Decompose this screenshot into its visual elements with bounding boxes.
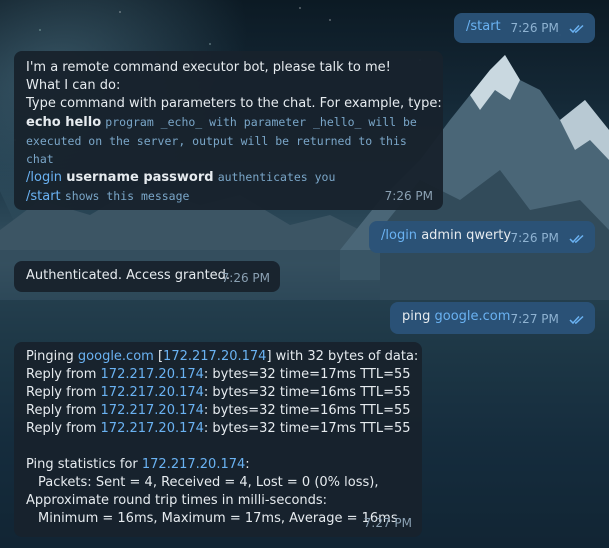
ip-link[interactable]: 172.217.20.174 xyxy=(101,367,204,382)
login-args: username password xyxy=(66,170,214,185)
auth-text: Authenticated. Access granted. xyxy=(26,268,231,283)
message-meta: 7:27 PM xyxy=(511,310,586,329)
reply-line: Reply from 172.217.20.174: bytes=32 time… xyxy=(26,402,411,420)
message-time: 7:26 PM xyxy=(221,271,270,285)
start-description: shows this message xyxy=(64,189,190,203)
incoming-message-help[interactable]: I'm a remote command executor bot, pleas… xyxy=(14,51,443,210)
ip-link[interactable]: 172.217.20.174 xyxy=(101,403,204,418)
ping-header: Pinging google.com [172.217.20.174] with… xyxy=(26,348,418,366)
ping-word: Pinging xyxy=(26,349,74,364)
message-meta: 7:26 PM xyxy=(511,19,586,38)
outgoing-message-login[interactable]: /login admin qwerty 7:26 PM xyxy=(369,221,595,253)
ping-header-rest: ] with 32 bytes of data: xyxy=(266,349,419,364)
message-time: 7:27 PM xyxy=(510,312,559,326)
reply-stats: : bytes=32 time=16ms TTL=55 xyxy=(203,403,411,418)
stats-header: Ping statistics for 172.217.20.174: xyxy=(26,456,410,474)
message-time: 7:26 PM xyxy=(510,231,559,245)
help-line-mono: executed on the server, output will be r… xyxy=(26,134,407,148)
ping-command: ping xyxy=(402,309,431,324)
command-login[interactable]: /login xyxy=(26,170,62,185)
ping-host-link[interactable]: google.com xyxy=(435,309,511,324)
approx-line: Approximate round trip times in milli-se… xyxy=(26,493,328,508)
login-credentials: admin qwerty xyxy=(421,228,512,243)
help-line: Type command with parameters to the chat… xyxy=(26,96,442,111)
double-check-icon xyxy=(569,234,584,243)
reply-prefix: Reply from xyxy=(26,385,97,400)
command-start[interactable]: /start xyxy=(466,19,501,34)
message-meta: 7:26 PM xyxy=(511,229,586,248)
minmax-line: Minimum = 16ms, Maximum = 17ms, Average … xyxy=(38,511,398,526)
ip-link[interactable]: 172.217.20.174 xyxy=(142,457,245,472)
ip-link[interactable]: 172.217.20.174 xyxy=(101,385,204,400)
help-line-echo: echo hello program _echo_ with parameter… xyxy=(26,113,431,132)
help-line: I'm a remote command executor bot, pleas… xyxy=(26,60,391,75)
message-time: 7:26 PM xyxy=(384,189,433,203)
help-line-login: /login username password authenticates y… xyxy=(26,168,431,187)
reply-prefix: Reply from xyxy=(26,403,97,418)
incoming-message-auth[interactable]: Authenticated. Access granted. 7:26 PM xyxy=(14,261,280,292)
message-time: 7:26 PM xyxy=(510,21,559,35)
double-check-icon xyxy=(569,315,584,324)
help-line-start: /start shows this message xyxy=(26,187,431,206)
message-time: 7:27 PM xyxy=(363,516,412,530)
reply-prefix: Reply from xyxy=(26,367,97,382)
echo-description: program _echo_ with parameter _hello_ wi… xyxy=(105,115,417,129)
reply-stats: : bytes=32 time=17ms TTL=55 xyxy=(203,421,411,436)
reply-stats: : bytes=32 time=17ms TTL=55 xyxy=(203,367,411,382)
stats-colon: : xyxy=(245,457,250,472)
ip-link[interactable]: 172.217.20.174 xyxy=(101,421,204,436)
reply-line: Reply from 172.217.20.174: bytes=32 time… xyxy=(26,384,411,402)
packets-line: Packets: Sent = 4, Received = 4, Lost = … xyxy=(38,475,379,490)
host-link[interactable]: google.com xyxy=(78,349,154,364)
echo-example: echo hello xyxy=(26,115,102,130)
command-start[interactable]: /start xyxy=(26,189,61,204)
reply-stats: : bytes=32 time=16ms TTL=55 xyxy=(203,385,411,400)
stats-prefix: Ping statistics for xyxy=(26,457,138,472)
outgoing-message-start[interactable]: /start 7:26 PM xyxy=(454,13,595,43)
help-line: What I can do: xyxy=(26,78,121,93)
incoming-message-ping-output[interactable]: Pinging google.com [172.217.20.174] with… xyxy=(14,342,422,537)
help-line-mono: chat xyxy=(26,152,54,166)
command-login[interactable]: /login xyxy=(381,228,417,243)
reply-prefix: Reply from xyxy=(26,421,97,436)
outgoing-message-ping[interactable]: ping google.com 7:27 PM xyxy=(390,302,595,334)
ip-link[interactable]: 172.217.20.174 xyxy=(163,349,266,364)
double-check-icon xyxy=(569,24,584,33)
reply-line: Reply from 172.217.20.174: bytes=32 time… xyxy=(26,366,411,384)
reply-line: Reply from 172.217.20.174: bytes=32 time… xyxy=(26,420,411,438)
login-description: authenticates you xyxy=(217,170,336,184)
